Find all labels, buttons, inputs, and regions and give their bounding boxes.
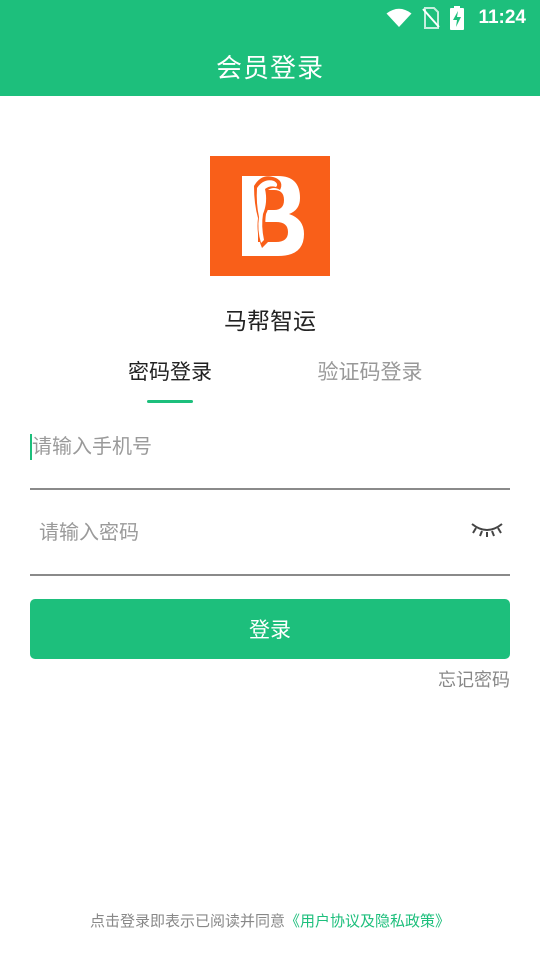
- wifi-icon: [386, 8, 412, 28]
- status-bar: 11:24: [0, 0, 540, 36]
- status-time: 11:24: [478, 7, 526, 28]
- tab-indicator: [147, 400, 193, 403]
- password-field: [30, 490, 510, 576]
- login-tabs: 密码登录 验证码登录: [0, 356, 540, 406]
- phone-input[interactable]: [30, 404, 510, 488]
- page-title: 会员登录: [215, 53, 324, 84]
- agreement-text: 点击登录即表示已阅读并同意: [89, 912, 285, 930]
- agreement-link[interactable]: 《用户协议及隐私政策》: [285, 912, 450, 930]
- tab-code-login[interactable]: 验证码登录: [270, 356, 470, 386]
- agreement-notice: 点击登录即表示已阅读并同意《用户协议及隐私政策》: [0, 910, 540, 931]
- no-sim-icon: [422, 7, 441, 29]
- horse-b-logo-icon: [210, 156, 330, 276]
- forgot-password-link[interactable]: 忘记密码: [438, 666, 510, 692]
- tab-password-login[interactable]: 密码登录: [70, 356, 270, 386]
- title-bar: 会员登录: [0, 36, 540, 96]
- battery-charging-icon: [450, 6, 465, 30]
- login-button[interactable]: 登录: [30, 599, 510, 659]
- password-input[interactable]: [30, 490, 510, 574]
- app-name: 马帮智运: [224, 309, 316, 335]
- phone-field: [30, 404, 510, 490]
- text-cursor: [30, 434, 32, 460]
- eye-closed-icon[interactable]: [470, 518, 504, 540]
